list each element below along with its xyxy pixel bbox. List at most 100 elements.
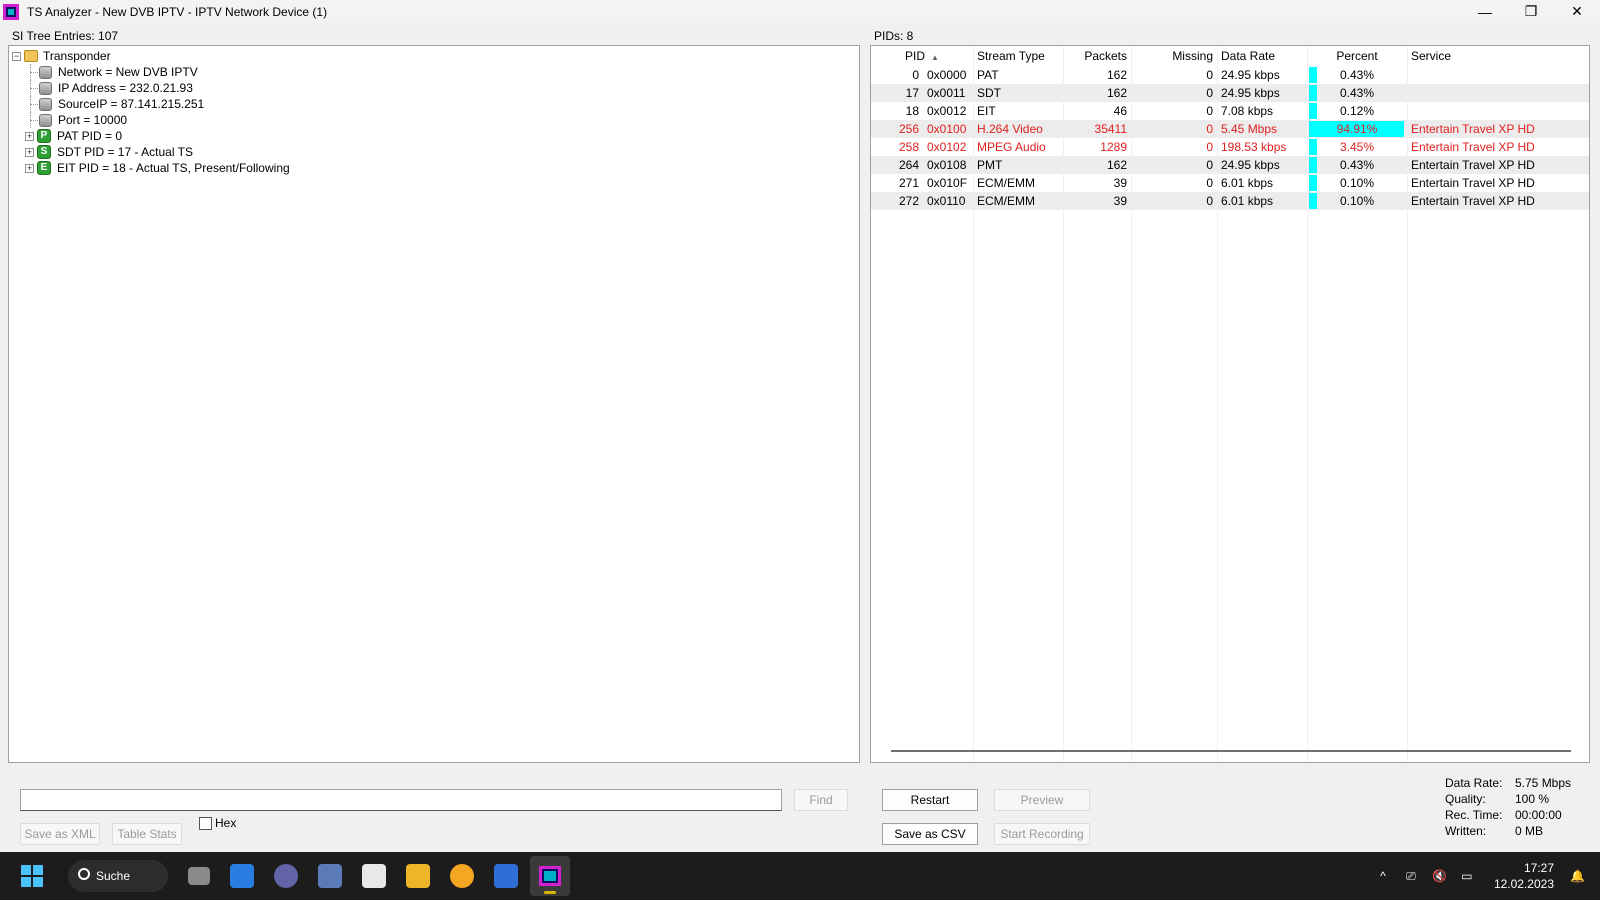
packets-cell: 162 (1106, 158, 1127, 172)
data-rate-cell: 7.08 kbps (1221, 104, 1274, 118)
service-cell: Entertain Travel XP HD (1411, 158, 1535, 172)
pid-hex-cell: 0x010F (927, 176, 968, 190)
ts-analyzer-icon (539, 866, 561, 886)
volume-muted-icon[interactable]: 🔇 (1432, 869, 1447, 883)
task-view-icon[interactable] (188, 867, 210, 885)
missing-cell: 0 (1206, 86, 1213, 100)
pid-cell: 17 (905, 86, 919, 100)
column-header-missing[interactable]: Missing (1131, 49, 1217, 63)
column-header-percent[interactable]: Percent (1307, 46, 1407, 66)
pid-hex-cell: 0x0011 (927, 86, 966, 100)
chevron-up-icon[interactable]: ^ (1376, 869, 1390, 883)
tree-node-network[interactable]: Network = New DVB IPTV (12, 64, 859, 80)
table-row[interactable]: 18 0x0012 EIT 46 0 7.08 kbps 0.12% (871, 102, 1589, 120)
table-row[interactable]: 0 0x0000 PAT 162 0 24.95 kbps 0.43% (871, 66, 1589, 84)
start-recording-button[interactable]: Start Recording (994, 823, 1090, 845)
tree-node-transponder[interactable]: − Transponder (12, 48, 859, 64)
weather-icon[interactable] (450, 864, 474, 888)
percent-bar (1309, 85, 1317, 101)
notification-icon[interactable]: 🔔 (1570, 869, 1585, 883)
pid-cell: 271 (898, 176, 919, 190)
hex-label: Hex (215, 816, 237, 830)
column-header-data-rate[interactable]: Data Rate (1217, 49, 1307, 63)
app-a-icon[interactable] (494, 864, 518, 888)
clock-date: 12.02.2023 (1493, 877, 1554, 891)
tree-node-ip-address[interactable]: IP Address = 232.0.21.93 (12, 80, 859, 96)
column-header-service[interactable]: Service (1407, 49, 1587, 63)
table-row[interactable]: 258 0x0102 MPEG Audio 1289 0 198.53 kbps 3.45%… (871, 138, 1589, 156)
missing-cell: 0 (1206, 176, 1213, 190)
tree-node-port[interactable]: Port = 10000 (12, 112, 859, 128)
collapse-icon[interactable]: − (12, 51, 21, 61)
teams-chat-icon[interactable] (274, 864, 298, 888)
find-input[interactable] (20, 789, 782, 811)
property-icon (39, 81, 52, 95)
hex-checkbox[interactable] (199, 817, 212, 830)
percent-text: 94.91% (1336, 122, 1378, 136)
stream-type-cell: MPEG Audio (977, 140, 1046, 154)
pat-table-icon: P (37, 129, 51, 143)
save-as-xml-button[interactable]: Save as XML (20, 823, 100, 845)
percent-text: 0.12% (1339, 104, 1375, 118)
table-row[interactable]: 264 0x0108 PMT 162 0 24.95 kbps 0.43% Entertain… (871, 156, 1589, 174)
pid-hex-cell: 0x0000 (927, 68, 967, 82)
service-cell: Entertain Travel XP HD (1411, 176, 1535, 190)
percent-cell: 0.10% (1307, 192, 1407, 210)
horizontal-scrollbar[interactable] (891, 750, 1571, 752)
find-button[interactable]: Find (794, 789, 848, 811)
tree-node-label: SourceIP = 87.141.215.251 (58, 97, 205, 111)
ts-analyzer-taskbar-button[interactable] (530, 856, 570, 896)
maximize-button[interactable]: ❐ (1508, 0, 1554, 23)
column-header-packets[interactable]: Packets (1063, 49, 1131, 63)
store-icon[interactable] (362, 864, 386, 888)
data-rate-label: Data Rate: (1445, 776, 1503, 790)
save-as-csv-button[interactable]: Save as CSV (882, 823, 978, 845)
table-stats-button[interactable]: Table Stats (112, 823, 182, 845)
tree-node-source-ip[interactable]: SourceIP = 87.141.215.251 (12, 96, 859, 112)
tree-node-label: EIT PID = 18 - Actual TS, Present/Follow… (57, 161, 290, 175)
expand-icon[interactable]: + (25, 131, 34, 141)
percent-text: 0.43% (1339, 158, 1375, 172)
pid-cell: 256 (898, 122, 919, 136)
stream-stats: Data Rate: 5.75 Mbps Quality: 100 % Rec. T… (1445, 775, 1571, 839)
close-button[interactable]: ✕ (1554, 0, 1600, 23)
table-row[interactable]: 271 0x010F ECM/EMM 39 0 6.01 kbps 0.10% Enterta… (871, 174, 1589, 192)
column-header-pid[interactable]: PID ▲ (871, 49, 973, 63)
percent-bar (1309, 103, 1317, 119)
expand-icon[interactable]: + (25, 147, 34, 157)
window-controls: — ❐ ✕ (1462, 0, 1600, 23)
search-icon (78, 868, 90, 880)
table-row[interactable]: 256 0x0100 H.264 Video 35411 0 5.45 Mbps 94.91… (871, 120, 1589, 138)
taskbar-search[interactable]: Suche (68, 860, 168, 892)
tree-node-eit-pid[interactable]: + E EIT PID = 18 - Actual TS, Present/Fo… (12, 160, 859, 176)
percent-cell: 3.45% (1307, 138, 1407, 156)
service-cell: Entertain Travel XP HD (1411, 140, 1535, 154)
network-icon[interactable]: ⎚ (1404, 869, 1418, 883)
widgets-icon[interactable] (230, 864, 254, 888)
table-header: PID ▲ Stream Type Packets Missing Data Ra… (871, 46, 1589, 66)
battery-icon[interactable]: ▭ (1460, 869, 1474, 883)
column-header-stream-type[interactable]: Stream Type (973, 49, 1063, 63)
percent-bar (1309, 157, 1317, 173)
table-row[interactable]: 17 0x0011 SDT 162 0 24.95 kbps 0.43% (871, 84, 1589, 102)
tree-node-pat-pid[interactable]: + P PAT PID = 0 (12, 128, 859, 144)
si-tree[interactable]: − Transponder Network = New DVB IPTV IP … (8, 45, 860, 763)
percent-cell: 0.43% (1307, 84, 1407, 102)
tree-node-sdt-pid[interactable]: + S SDT PID = 17 - Actual TS (12, 144, 859, 160)
table-row[interactable]: 272 0x0110 ECM/EMM 39 0 6.01 kbps 0.10% Enterta… (871, 192, 1589, 210)
pid-table[interactable]: PID ▲ Stream Type Packets Missing Data Ra… (870, 45, 1590, 763)
preview-button[interactable]: Preview (994, 789, 1090, 811)
file-explorer-icon[interactable] (406, 864, 430, 888)
restart-button[interactable]: Restart (882, 789, 978, 811)
clock[interactable]: 17:27 12.02.2023 (1494, 860, 1554, 892)
data-rate-value: 5.75 Mbps (1515, 776, 1572, 790)
minimize-button[interactable]: — (1462, 0, 1508, 23)
missing-cell: 0 (1206, 68, 1213, 82)
data-rate-cell: 198.53 kbps (1221, 140, 1287, 154)
network-app-icon[interactable] (318, 864, 342, 888)
windows-start-icon[interactable] (21, 865, 43, 887)
clock-time: 17:27 (1523, 861, 1554, 875)
percent-bar (1309, 139, 1317, 155)
expand-icon[interactable]: + (25, 163, 34, 173)
tree-node-label: Port = 10000 (58, 113, 128, 127)
